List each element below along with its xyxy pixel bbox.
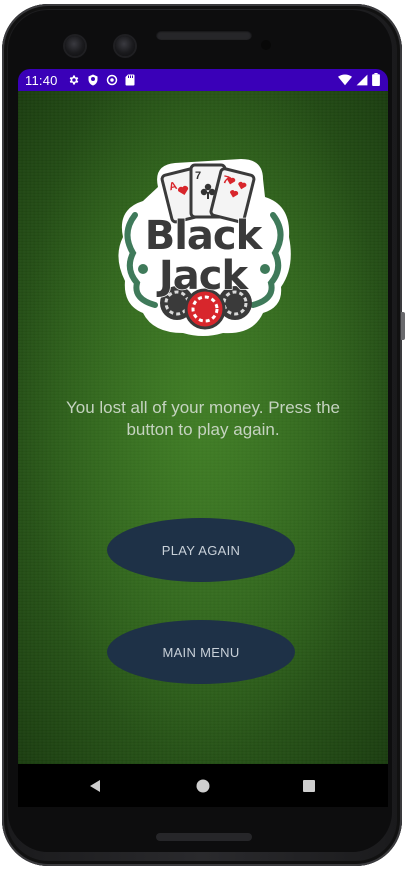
game-screen: A 7 7 Black Jack You lost all of your mo…: [18, 91, 388, 764]
shield-icon: [88, 74, 98, 86]
power-button: [401, 312, 405, 340]
bottom-speaker: [156, 833, 252, 841]
earpiece-speaker: [156, 30, 252, 40]
sd-card-icon: [125, 74, 135, 86]
device-frame: 11:40 A 7 7 Black Jack You lost all of y…: [0, 0, 407, 869]
front-camera: [65, 36, 85, 56]
screen: 11:40 A 7 7 Black Jack You lost all of y…: [18, 69, 388, 807]
front-camera-secondary: [115, 36, 135, 56]
recents-button[interactable]: [279, 764, 339, 807]
home-icon: [196, 779, 210, 792]
play-again-button[interactable]: PLAY AGAIN: [107, 518, 295, 582]
recents-icon: [303, 779, 315, 792]
wifi-icon: [338, 73, 352, 85]
cell-signal-icon: [356, 74, 368, 85]
sync-icon: [106, 74, 117, 86]
battery-icon: [372, 73, 380, 86]
home-button[interactable]: [173, 764, 233, 807]
gear-icon: [69, 75, 78, 85]
status-time: 11:40: [25, 72, 58, 88]
blackjack-logo: A 7 7 Black Jack: [118, 159, 291, 336]
main-menu-button[interactable]: MAIN MENU: [107, 620, 295, 684]
logo-line2: Jack: [156, 253, 250, 299]
back-button[interactable]: [65, 764, 125, 807]
svg-text:7: 7: [195, 170, 201, 182]
proximity-sensor: [261, 40, 271, 50]
navigation-bar: [18, 764, 388, 807]
status-notification-icons: [68, 74, 135, 86]
back-icon: [90, 779, 100, 792]
status-bar: 11:40: [18, 69, 388, 91]
status-system-icons: [338, 73, 380, 86]
game-over-message: You lost all of your money. Press the bu…: [65, 398, 341, 439]
